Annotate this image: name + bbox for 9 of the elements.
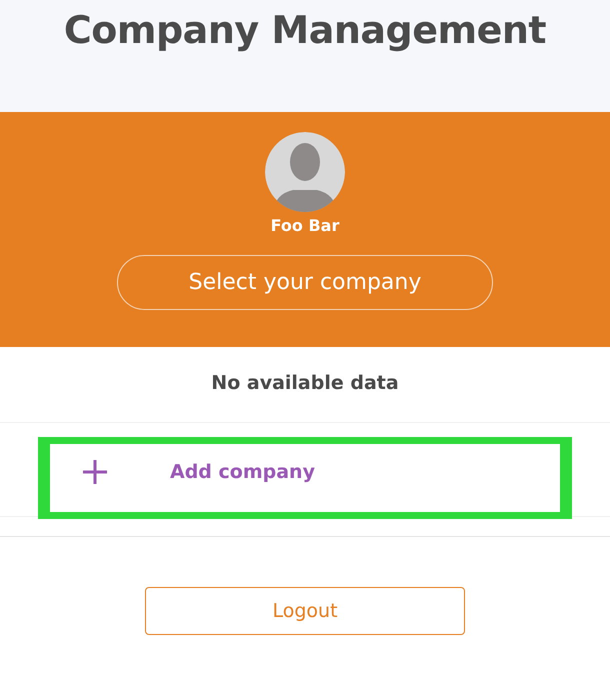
user-name: Foo Bar	[270, 216, 340, 235]
add-company-item[interactable]: Add company	[38, 437, 572, 519]
logout-button[interactable]: Logout	[145, 587, 465, 635]
add-company-label: Add company	[170, 461, 315, 483]
page-title: Company Management	[64, 8, 546, 52]
empty-message: No available data	[210, 372, 400, 396]
plus-icon	[82, 459, 108, 485]
avatar-icon	[265, 132, 345, 212]
select-company-button[interactable]: Select your company	[117, 255, 493, 310]
